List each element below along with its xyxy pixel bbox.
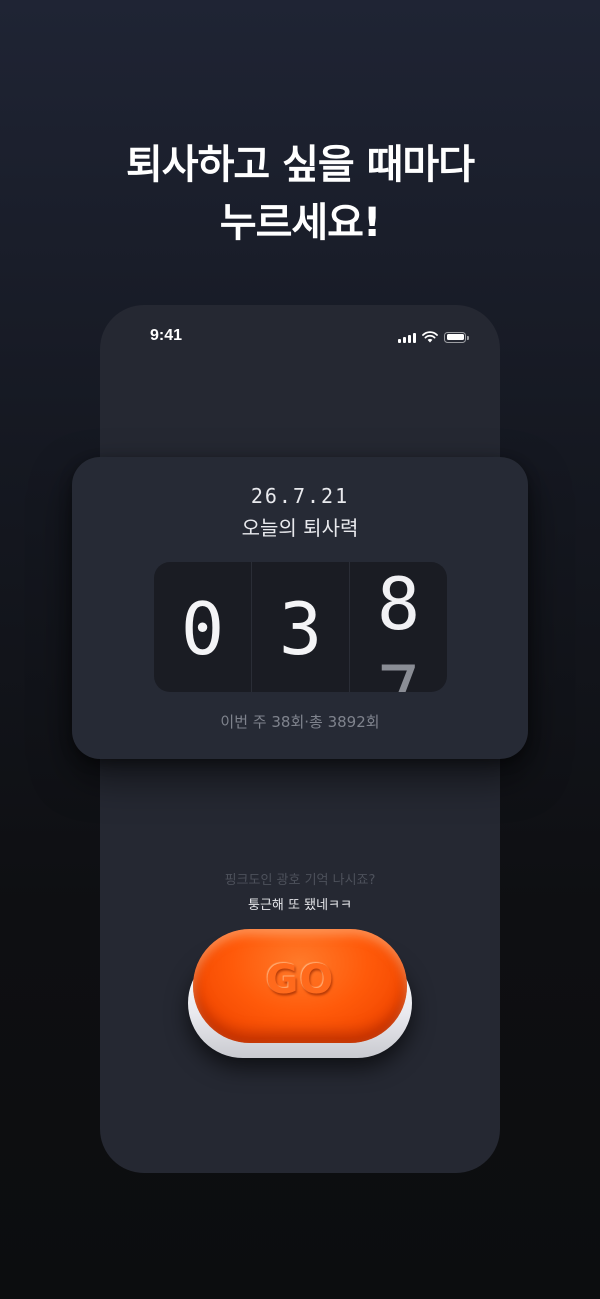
status-icons — [398, 330, 469, 344]
counter-digit: 0 — [180, 587, 225, 671]
hint-muted-text: 핑크도인 광호 기억 나시죠? — [224, 873, 376, 888]
card-title: 오늘의 퇴사력 — [241, 516, 359, 540]
headline: 퇴사하고 싶을 때마다 누르세요! — [0, 136, 600, 252]
counter-digit-cell-rolling: 8 7 — [350, 562, 447, 692]
wifi-icon — [422, 331, 438, 343]
headline-line-1: 퇴사하고 싶을 때마다 — [125, 142, 475, 188]
counter-digit: 8 — [376, 562, 421, 646]
status-time: 9:41 — [150, 327, 183, 344]
daily-resign-card: 26.7.21 오늘의 퇴사력 0 3 8 7 이번 주 38회·총 3892회 — [72, 457, 528, 759]
go-button-label: GO — [265, 957, 335, 1003]
counter-digit-next: 7 — [376, 650, 421, 692]
card-stats: 이번 주 38회·총 3892회 — [220, 713, 380, 731]
headline-line-2: 누르세요! — [219, 200, 381, 246]
battery-icon — [444, 331, 469, 343]
flip-counter: 0 3 8 7 — [154, 562, 447, 692]
counter-digit-cell: 3 — [252, 562, 350, 692]
counter-digit-cell: 0 — [154, 562, 252, 692]
hint-main-text: 퉁근해 또 됐네ㅋㅋ — [248, 898, 352, 913]
card-date: 26.7.21 — [250, 484, 350, 508]
counter-digit: 3 — [278, 587, 323, 671]
signal-icon — [398, 332, 416, 343]
go-button[interactable]: GO — [193, 929, 407, 1043]
status-bar: 9:41 — [100, 305, 500, 369]
